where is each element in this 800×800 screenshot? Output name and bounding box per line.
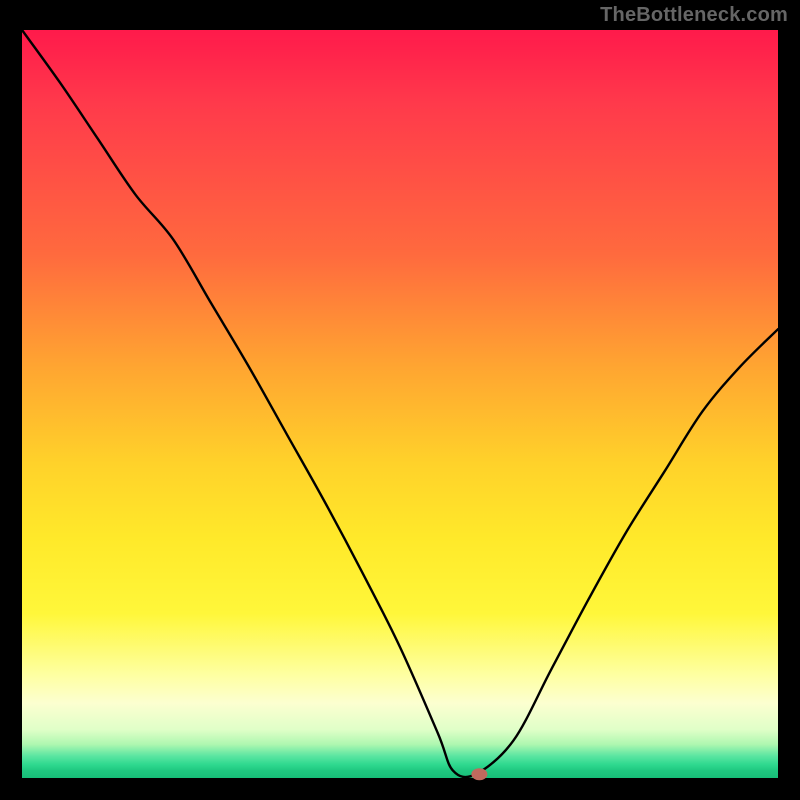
attribution-label: TheBottleneck.com <box>600 4 788 27</box>
bottleneck-curve <box>22 30 778 777</box>
optimal-point-marker <box>471 768 487 780</box>
chart-svg <box>22 30 778 778</box>
chart-container: TheBottleneck.com <box>0 0 800 800</box>
plot-area <box>22 30 778 778</box>
